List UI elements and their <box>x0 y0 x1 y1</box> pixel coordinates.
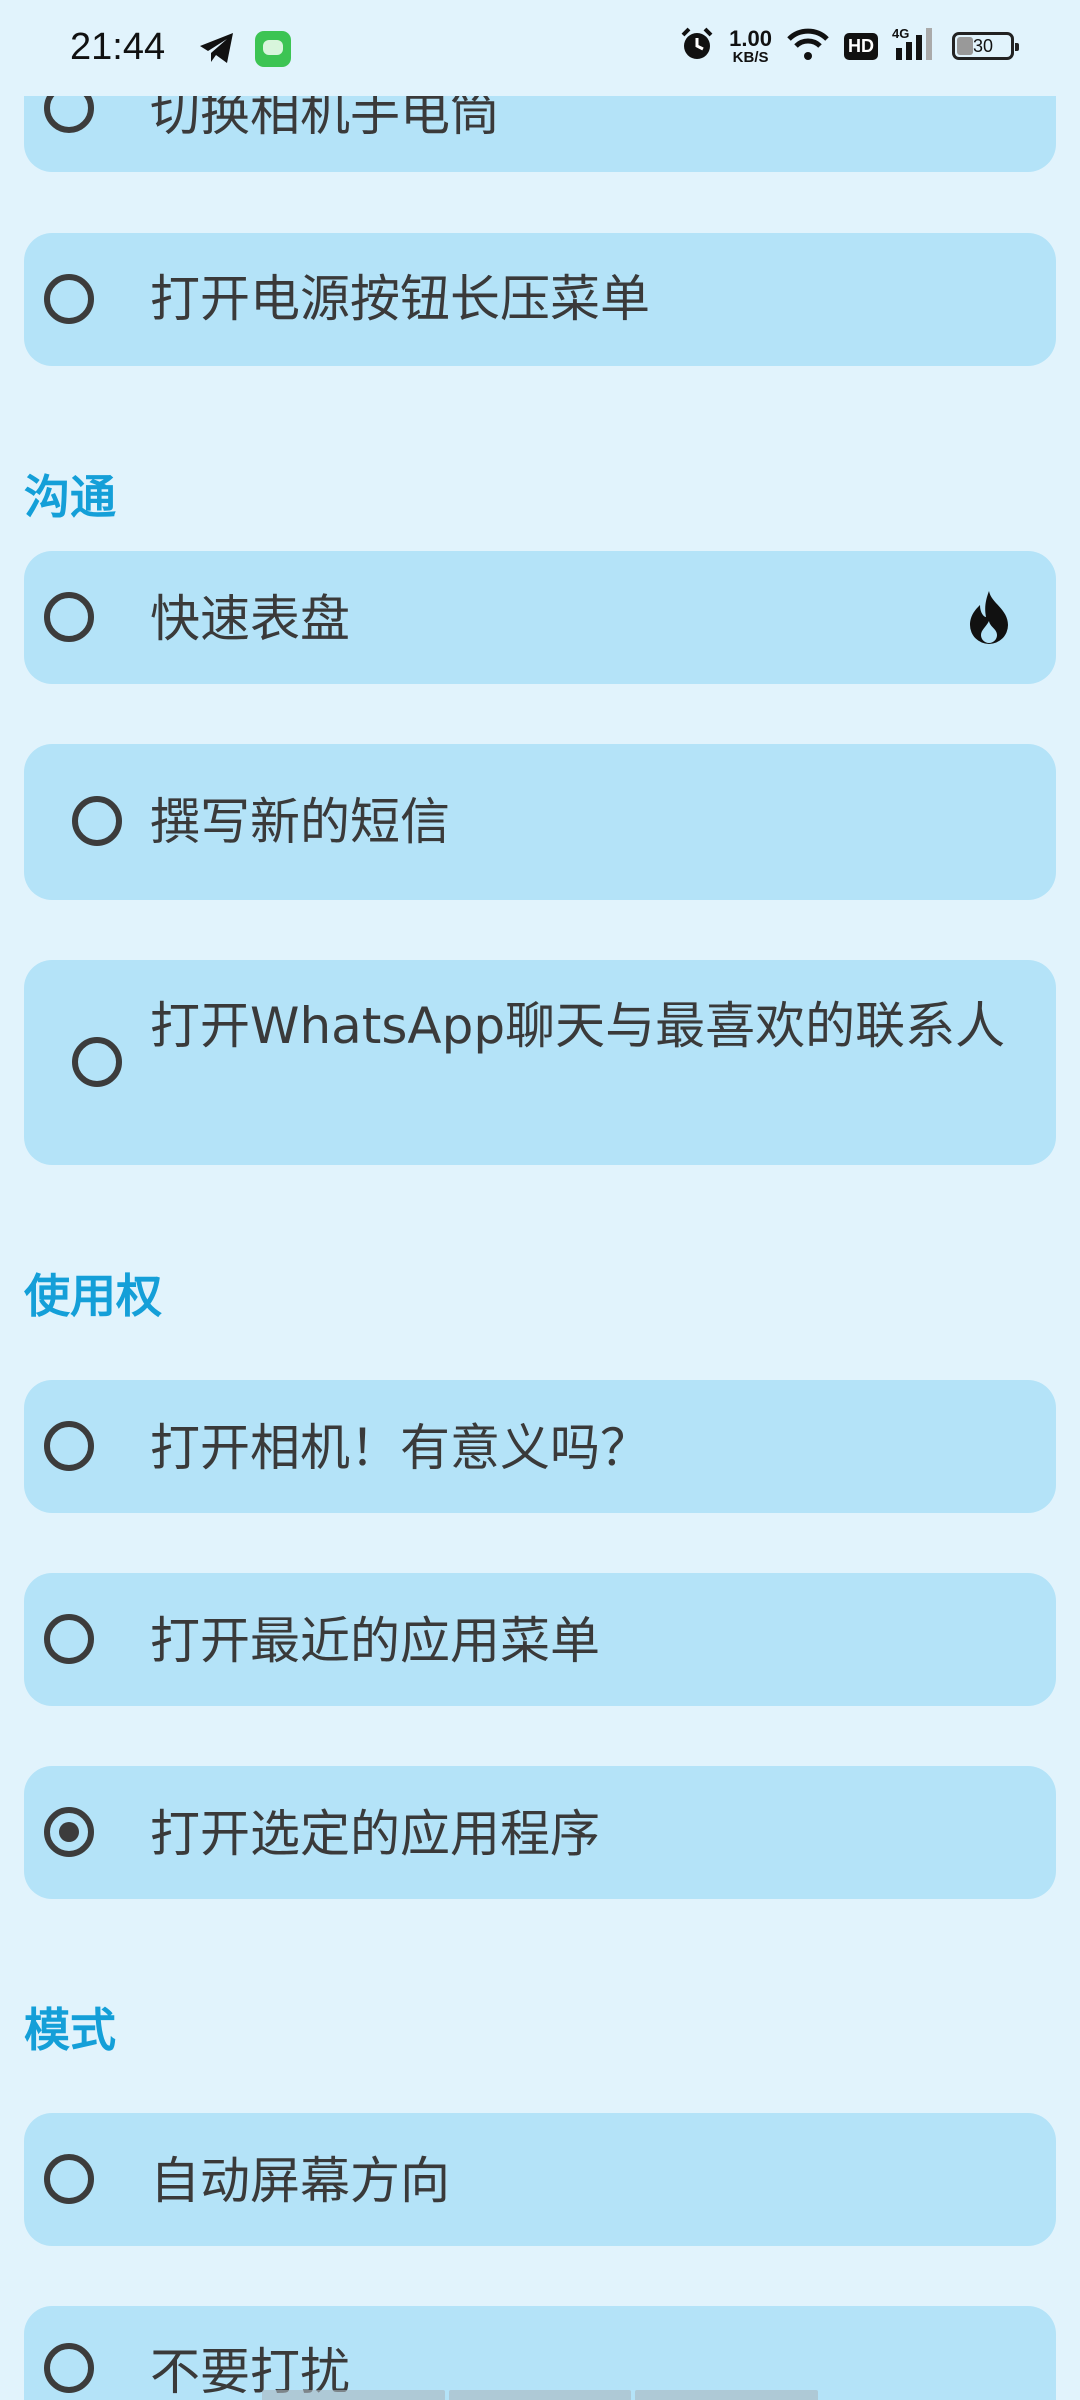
battery-level-fill <box>957 37 973 55</box>
option-label: 快速表盘 <box>150 590 350 648</box>
cellular-signal-icon: 4G <box>892 26 938 66</box>
radio-button[interactable] <box>72 796 122 846</box>
messages-app-icon <box>254 30 292 72</box>
option-quick-dial[interactable]: 快速表盘 <box>24 551 1056 684</box>
wifi-icon <box>786 27 830 65</box>
status-bar: 21:44 1.00 KB/S HD 4G 30 <box>0 0 1080 96</box>
option-open-camera[interactable]: 打开相机！有意义吗？ <box>24 1380 1056 1513</box>
battery-icon: 30 <box>952 32 1019 60</box>
radio-button[interactable] <box>44 1421 94 1471</box>
option-label: 打开WhatsApp聊天与最喜欢的联系人 <box>150 997 1006 1055</box>
option-label: 打开相机！有意义吗？ <box>150 1419 650 1477</box>
section-title-communication: 沟通 <box>24 470 116 524</box>
network-speed-value: 1.00 <box>729 25 772 51</box>
option-auto-rotate[interactable]: 自动屏幕方向 <box>24 2113 1056 2246</box>
section-title-mode: 模式 <box>24 2003 116 2057</box>
radio-button[interactable] <box>44 2154 94 2204</box>
telegram-icon <box>198 30 236 72</box>
radio-button[interactable] <box>44 274 94 324</box>
notification-icons <box>198 30 292 72</box>
option-label: 自动屏幕方向 <box>150 2152 450 2210</box>
status-time: 21:44 <box>70 26 166 68</box>
radio-button[interactable] <box>44 592 94 642</box>
radio-button[interactable] <box>72 1037 122 1087</box>
radio-button[interactable] <box>44 1614 94 1664</box>
option-compose-sms[interactable]: 撰写新的短信 <box>24 744 1056 900</box>
network-speed-unit: KB/S <box>732 48 769 66</box>
battery-percentage: 30 <box>972 35 994 56</box>
option-do-not-disturb[interactable]: 不要打扰 <box>24 2306 1056 2400</box>
option-label: 打开电源按钮长压菜单 <box>150 270 650 328</box>
option-recent-apps[interactable]: 打开最近的应用菜单 <box>24 1573 1056 1706</box>
option-whatsapp-chat[interactable]: 打开WhatsApp聊天与最喜欢的联系人 <box>24 960 1056 1165</box>
hd-voice-badge: HD <box>844 32 878 60</box>
network-type-label: 4G <box>892 26 909 41</box>
network-speed: 1.00 KB/S <box>729 25 772 66</box>
status-indicators: 1.00 KB/S HD 4G 30 <box>679 25 1019 66</box>
option-open-selected-app[interactable]: 打开选定的应用程序 <box>24 1766 1056 1899</box>
gesture-navigation-hint <box>262 2390 819 2400</box>
option-label: 撰写新的短信 <box>150 793 450 851</box>
alarm-icon <box>679 26 715 66</box>
option-power-menu[interactable]: 打开电源按钮长压菜单 <box>24 233 1056 366</box>
section-title-usage: 使用权 <box>24 1269 162 1323</box>
radio-button[interactable] <box>44 2343 94 2393</box>
fire-icon <box>964 589 1014 651</box>
option-label: 打开最近的应用菜单 <box>150 1612 600 1670</box>
radio-button-selected[interactable] <box>44 1807 94 1857</box>
option-label: 打开选定的应用程序 <box>150 1805 600 1863</box>
